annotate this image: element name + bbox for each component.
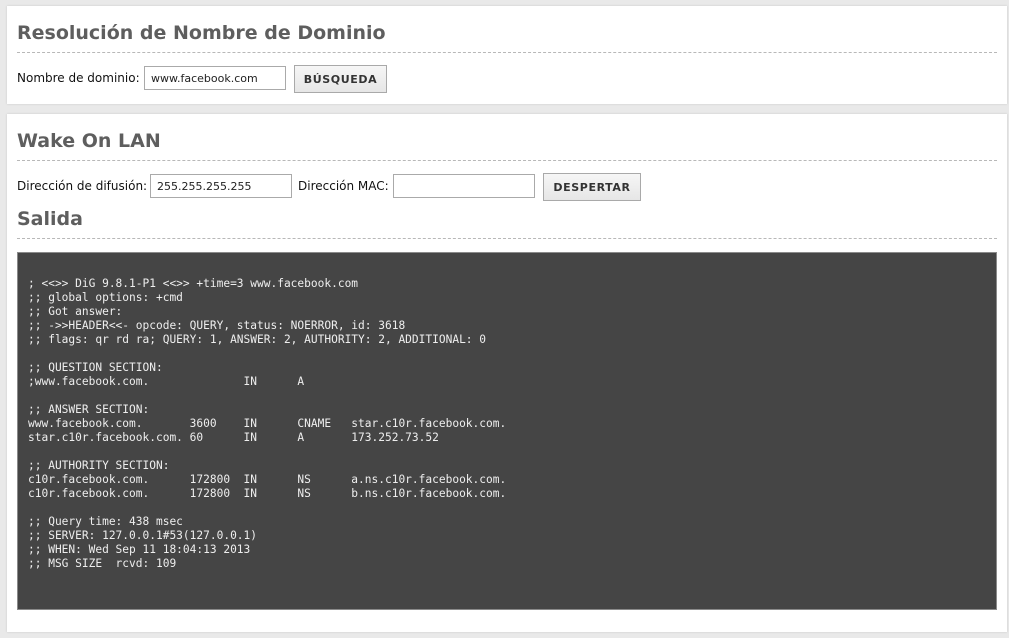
wol-title: Wake On LAN	[17, 130, 161, 152]
mac-label: Dirección MAC:	[298, 179, 389, 193]
wol-title-divider	[17, 160, 997, 161]
domain-input[interactable]	[144, 66, 286, 90]
search-button[interactable]: BÚSQUEDA	[294, 65, 387, 93]
dns-title: Resolución de Nombre de Dominio	[17, 22, 386, 44]
dns-panel: Resolución de Nombre de Dominio Nombre d…	[7, 6, 1007, 104]
output-console: ; <<>> DiG 9.8.1-P1 <<>> +time=3 www.fac…	[17, 252, 997, 610]
output-title-divider	[17, 238, 997, 239]
output-text: ; <<>> DiG 9.8.1-P1 <<>> +time=3 www.fac…	[28, 277, 507, 570]
wake-button[interactable]: DESPERTAR	[543, 173, 641, 201]
wol-panel: Wake On LAN Dirección de difusión: Direc…	[7, 114, 1007, 632]
dns-title-divider	[17, 52, 997, 53]
domain-label: Nombre de dominio:	[17, 71, 140, 85]
output-title: Salida	[17, 208, 83, 230]
mac-input[interactable]	[393, 174, 535, 198]
broadcast-label: Dirección de difusión:	[17, 179, 148, 193]
broadcast-input[interactable]	[150, 174, 292, 198]
